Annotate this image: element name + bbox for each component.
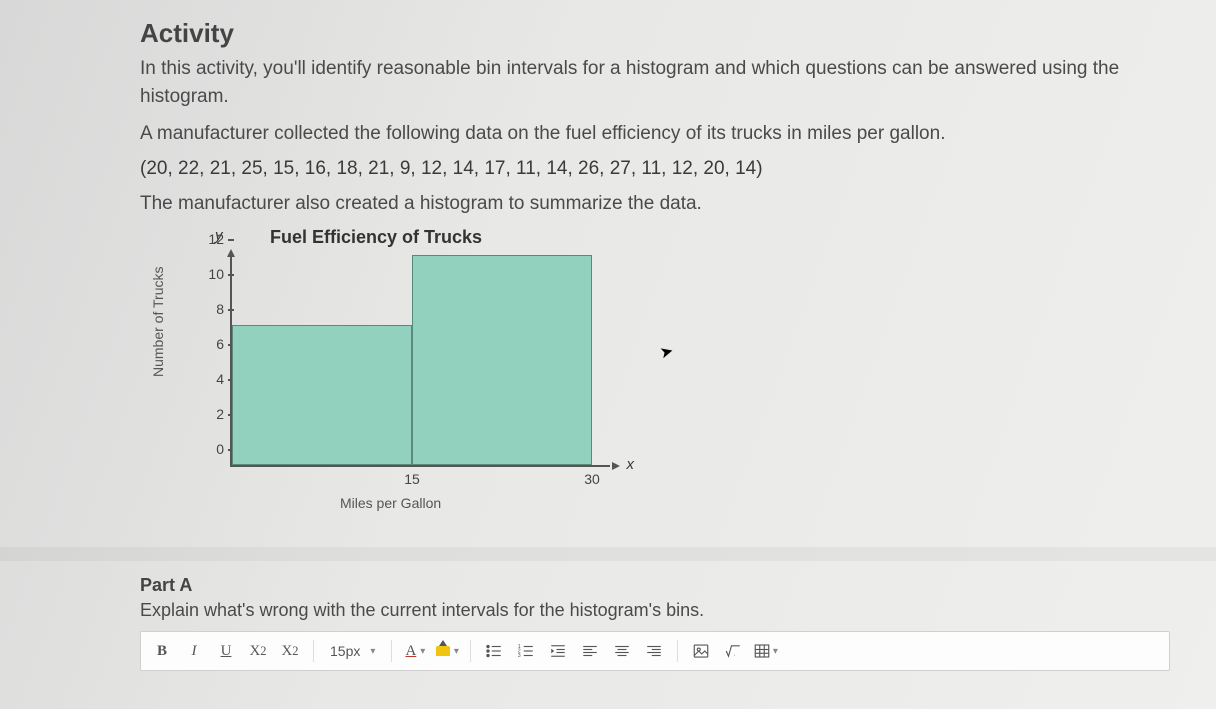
x-var-label: x	[627, 456, 635, 473]
indent-button[interactable]	[543, 636, 573, 666]
histogram-chart: y Fuel Efficiency of Trucks Number of Tr…	[160, 227, 680, 527]
align-left-button[interactable]	[575, 636, 605, 666]
highlight-button[interactable]: ▾	[432, 636, 462, 666]
chevron-down-icon: ▾	[420, 646, 425, 657]
underline-button[interactable]: U	[211, 636, 241, 666]
y-axis-label: Number of Trucks	[150, 267, 166, 377]
bulleted-list-button[interactable]	[479, 636, 509, 666]
chevron-down-icon: ▾	[370, 646, 375, 657]
superscript-button[interactable]: X2	[243, 636, 273, 666]
section-divider	[0, 547, 1216, 561]
activity-intro: In this activity, you'll identify reason…	[140, 55, 1176, 110]
insert-image-button[interactable]	[686, 636, 716, 666]
x-axis-label: Miles per Gallon	[340, 495, 441, 511]
histogram-bar	[232, 325, 412, 465]
y-tick: 8	[216, 301, 232, 317]
align-center-button[interactable]	[607, 636, 637, 666]
subscript-button[interactable]: X2	[275, 636, 305, 666]
y-tick: 12	[208, 231, 232, 247]
y-tick: 2	[216, 406, 232, 422]
toolbar-separator	[391, 640, 392, 662]
toolbar-separator	[470, 640, 471, 662]
activity-context: A manufacturer collected the following d…	[140, 120, 1176, 148]
svg-text:3: 3	[518, 653, 521, 659]
fontsize-select[interactable]: 15px ▾	[322, 636, 383, 666]
y-tick: 10	[208, 266, 232, 282]
table-button[interactable]: ▾	[750, 636, 780, 666]
chevron-down-icon: ▾	[773, 646, 778, 657]
y-tick: 0	[216, 441, 232, 457]
text-color-letter: A	[405, 643, 416, 660]
part-prompt: Explain what's wrong with the current in…	[140, 600, 1176, 621]
editor-toolbar: B I U X2 X2 15px ▾ A ▾ ▾ 123	[140, 631, 1170, 671]
italic-button[interactable]: I	[179, 636, 209, 666]
x-tick: 30	[584, 465, 600, 487]
highlighter-icon	[436, 646, 450, 656]
y-tick: 6	[216, 336, 232, 352]
toolbar-separator	[677, 640, 678, 662]
part-label: Part A	[140, 575, 1176, 596]
y-axis-arrow-icon	[227, 249, 235, 257]
toolbar-separator	[313, 640, 314, 662]
bold-button[interactable]: B	[147, 636, 177, 666]
align-right-button[interactable]	[639, 636, 669, 666]
numbered-list-button[interactable]: 123	[511, 636, 541, 666]
chevron-down-icon: ▾	[454, 646, 459, 657]
fontsize-value: 15px	[330, 643, 360, 659]
histogram-bar	[412, 255, 592, 465]
equation-button[interactable]: .	[718, 636, 748, 666]
data-values: (20, 22, 21, 25, 15, 16, 18, 21, 9, 12, …	[140, 158, 1176, 180]
activity-heading: Activity	[140, 18, 1176, 49]
plot-area: x 0 2 4 6 8 10 12 15 30	[230, 257, 610, 467]
x-tick: 15	[404, 465, 420, 487]
x-axis-arrow-icon	[612, 462, 620, 470]
svg-text:.: .	[734, 651, 736, 658]
activity-followup: The manufacturer also created a histogra…	[140, 190, 1176, 218]
y-tick: 4	[216, 371, 232, 387]
chart-title: Fuel Efficiency of Trucks	[270, 227, 482, 248]
text-color-button[interactable]: A ▾	[400, 636, 430, 666]
